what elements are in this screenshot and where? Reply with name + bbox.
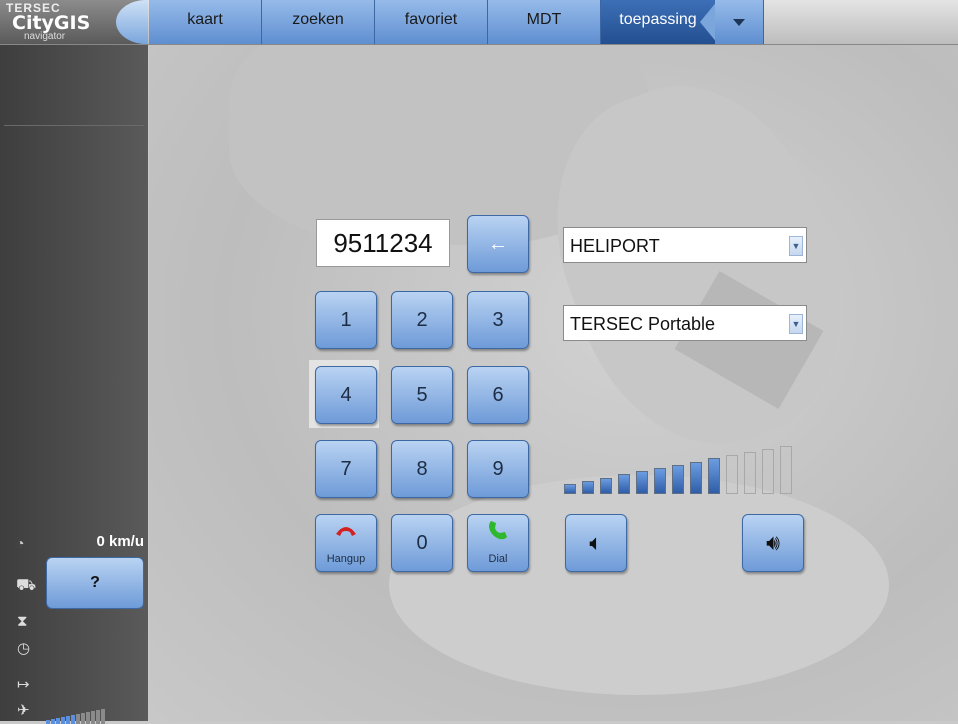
key-6[interactable]: 6 [467,366,529,424]
status-sidebar: ◔ 0 km/u ⛟ ? ⧗ ◷ ↦ ✈ [0,45,148,724]
clock-icon: ◷ [17,640,31,657]
phone-hangup-icon [316,519,376,545]
volume-bar [618,474,630,494]
volume-bar [672,464,684,494]
gps-signal-bar [71,715,75,724]
gps-satellite-icon: ✈ [17,702,30,719]
vehicle-unit-button[interactable]: ? [46,557,144,609]
tab-mdt[interactable]: MDT [488,0,601,44]
tab-favoriet[interactable]: favoriet [375,0,488,44]
gps-signal-bars [46,706,106,724]
volume-bar [582,480,594,494]
chevron-down-icon: ▼ [789,314,803,334]
volume-level-indicator [564,444,808,494]
volume-bar [780,445,792,494]
tab-more-dropdown[interactable] [715,0,764,44]
volume-bar [708,458,720,494]
key-1[interactable]: 1 [315,291,377,349]
speaker-high-icon: 🔊︎ [766,530,780,555]
key-4[interactable]: 4 [315,366,377,424]
speed-value: 0 km/u [96,533,144,550]
device-select-value: TERSEC Portable [570,314,716,334]
speaker-low-icon: 🔈︎ [589,530,603,555]
hangup-button[interactable]: Hangup [315,514,377,572]
background-image-shape [389,475,889,695]
gps-signal-bar [96,710,100,724]
key-7[interactable]: 7 [315,440,377,498]
volume-bar [600,477,612,494]
key-5[interactable]: 5 [391,366,453,424]
chevron-down-icon: ▼ [789,236,803,256]
backspace-button[interactable]: ← [467,215,529,273]
volume-bar [726,455,738,494]
tab-toepassing[interactable]: toepassing [601,0,716,44]
gps-signal-bar [51,719,55,724]
top-navigation-bar: TERSEC CityGIS navigator kaart zoeken fa… [0,0,958,45]
key-8[interactable]: 8 [391,440,453,498]
dial-button[interactable]: Dial [467,514,529,572]
gps-signal-bar [56,718,60,724]
key-3[interactable]: 3 [467,291,529,349]
speedometer-icon: ◔ [16,535,25,551]
citygis-logo: TERSEC CityGIS navigator [0,0,148,44]
volume-bar [762,448,774,494]
hourglass-icon: ⧗ [17,613,28,630]
backspace-arrow-icon: ← [488,233,508,255]
phone-dial-icon [468,519,528,548]
dial-label: Dial [488,553,508,565]
hangup-label: Hangup [326,553,366,565]
gps-signal-bar [66,716,70,724]
direction-arrow-icon: ↦ [17,676,30,693]
destination-select-value: HELIPORT [570,236,660,256]
gps-signal-bar [91,711,95,724]
volume-up-button[interactable]: 🔊︎ [742,514,804,572]
gps-signal-bar [76,714,80,724]
device-select[interactable]: TERSEC Portable ▼ [563,305,807,341]
tab-zoeken[interactable]: zoeken [262,0,375,44]
volume-bar [654,468,666,494]
phone-panel [149,45,958,721]
gps-signal-bar [81,713,85,724]
sidebar-divider [4,125,144,126]
key-0[interactable]: 0 [391,514,453,572]
phone-number-display[interactable]: 9511234 [316,219,450,267]
key-2[interactable]: 2 [391,291,453,349]
tab-kaart[interactable]: kaart [149,0,262,44]
volume-down-button[interactable]: 🔈︎ [565,514,627,572]
destination-select[interactable]: HELIPORT ▼ [563,227,807,263]
logo-brand-sub: navigator [24,31,66,42]
vehicle-icon: ⛟ [16,577,37,594]
volume-bar [744,452,756,494]
logo-swoosh [116,0,148,44]
chevron-down-icon [733,19,745,26]
gps-signal-bar [101,709,105,724]
key-9[interactable]: 9 [467,440,529,498]
volume-bar [690,461,702,494]
volume-bar [636,471,648,494]
volume-bar [564,484,576,494]
gps-signal-bar [86,712,90,724]
